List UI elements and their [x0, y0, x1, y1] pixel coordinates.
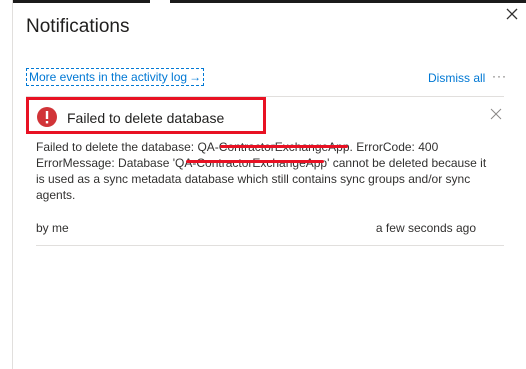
redaction-mark	[220, 145, 348, 148]
more-options-button[interactable]: ···	[492, 69, 507, 83]
notification-time: a few seconds ago	[375, 221, 476, 235]
left-edge	[0, 0, 13, 369]
close-icon[interactable]	[490, 108, 502, 120]
top-bar	[0, 0, 526, 3]
redaction-mark	[186, 160, 324, 163]
notification-title: Failed to delete database	[67, 110, 225, 126]
close-icon[interactable]	[504, 6, 520, 22]
arrow-right-icon: →	[189, 70, 202, 84]
more-events-label: More events in the activity log	[29, 70, 188, 84]
error-icon	[37, 107, 57, 127]
notification-card[interactable]: Failed to delete database Failed to dele…	[26, 97, 504, 247]
top-bar-segment	[0, 0, 150, 3]
dismiss-all-button[interactable]: Dismiss all	[428, 71, 485, 85]
panel-title: Notifications	[26, 16, 130, 37]
divider	[36, 245, 504, 246]
more-events-link[interactable]: More events in the activity log →	[26, 68, 205, 86]
top-bar-segment	[170, 0, 526, 3]
notification-author: by me	[36, 221, 69, 235]
notification-message: Failed to delete the database: QA-Contra…	[36, 140, 487, 202]
